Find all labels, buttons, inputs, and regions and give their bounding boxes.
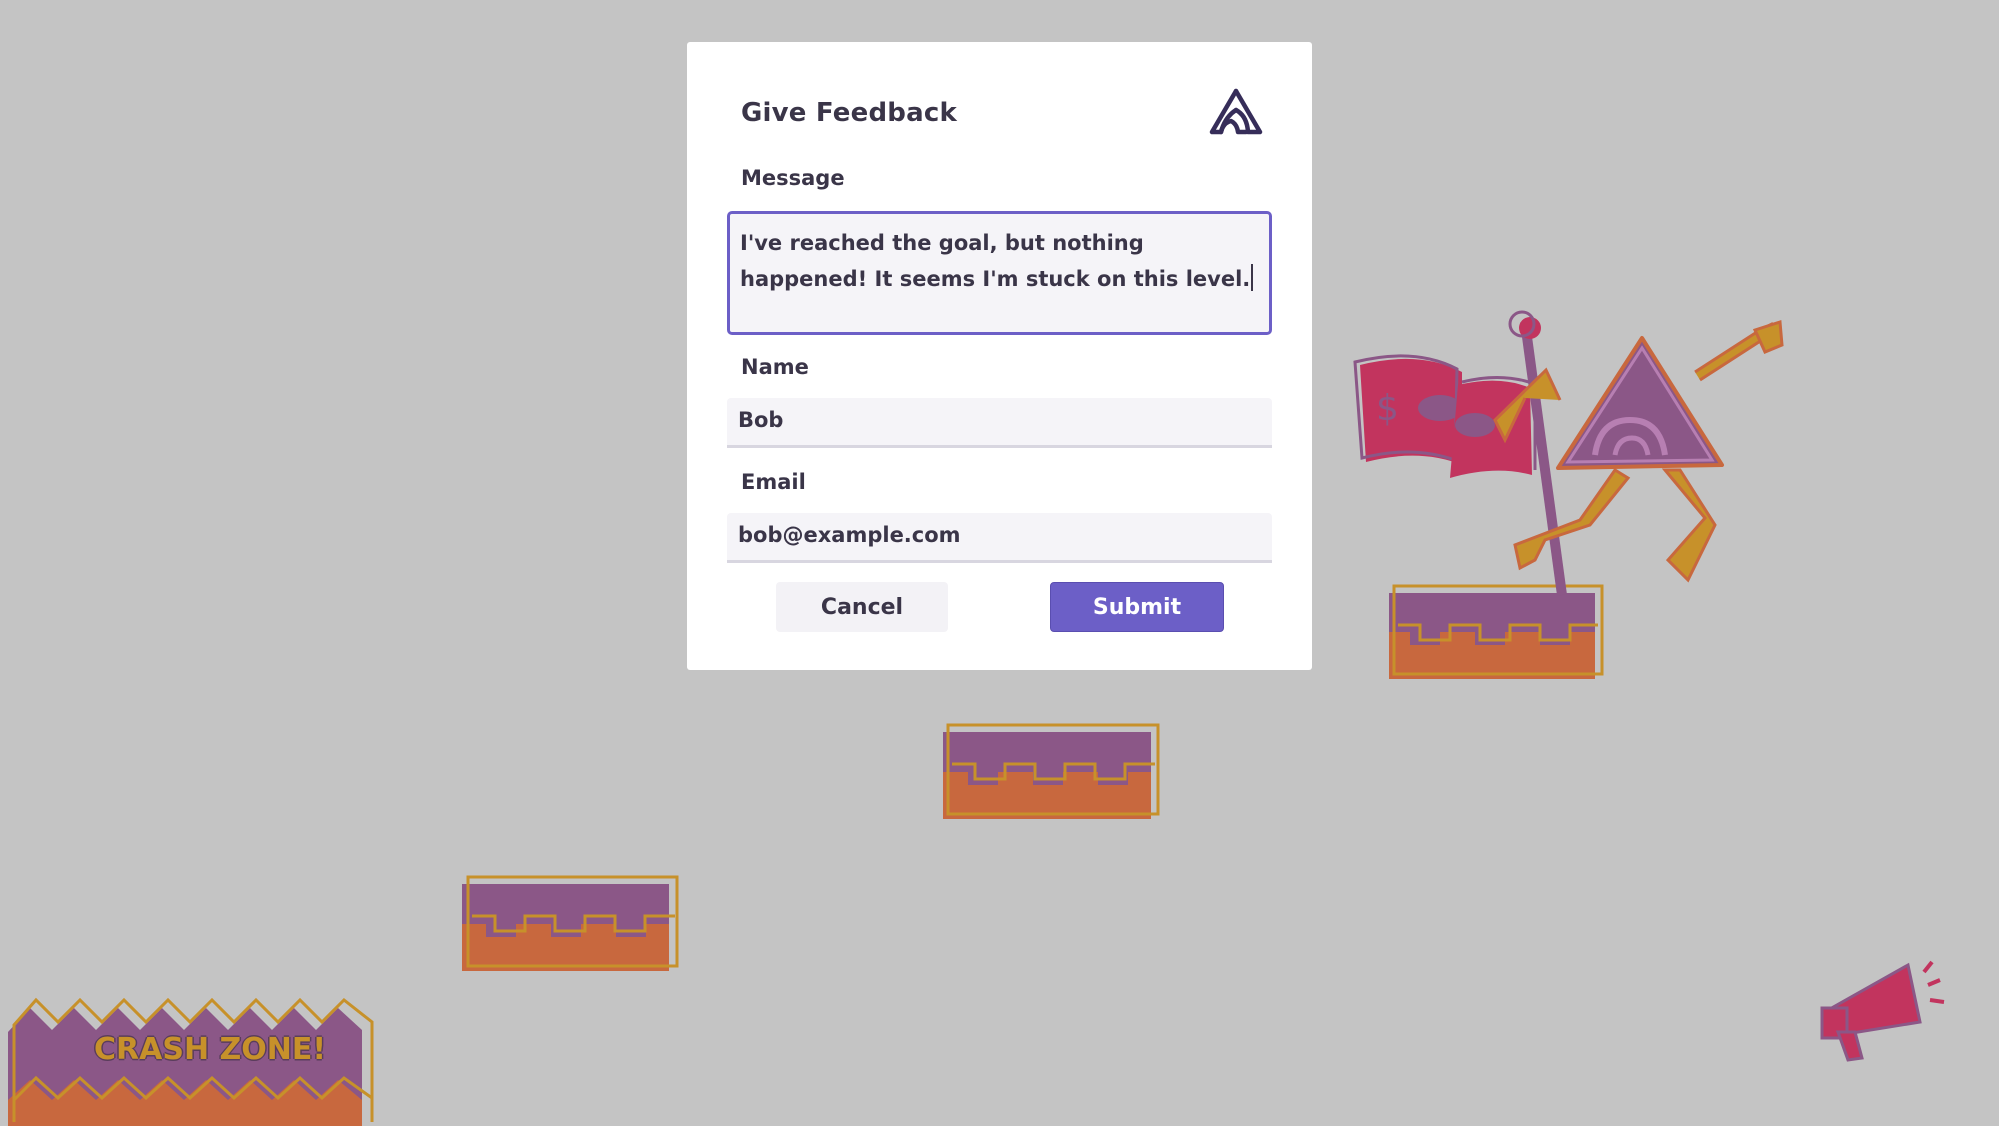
cancel-button[interactable]: Cancel bbox=[776, 582, 948, 632]
email-field[interactable]: bob@example.com bbox=[727, 513, 1272, 563]
email-label: Email bbox=[741, 470, 806, 494]
feedback-dialog: Give Feedback Message I've reached the g… bbox=[687, 42, 1312, 670]
name-label: Name bbox=[741, 355, 809, 379]
crash-zone-label: CRASH ZONE! bbox=[94, 1032, 327, 1067]
submit-button[interactable]: Submit bbox=[1050, 582, 1224, 632]
platform-middle bbox=[943, 723, 1160, 819]
message-text: I've reached the goal, but nothing happe… bbox=[740, 231, 1251, 291]
name-value: Bob bbox=[738, 408, 784, 432]
platform-left bbox=[462, 875, 679, 971]
sentry-logo-icon bbox=[1209, 88, 1263, 135]
svg-text:$: $ bbox=[1376, 388, 1399, 429]
message-label: Message bbox=[741, 166, 845, 190]
message-textarea[interactable]: I've reached the goal, but nothing happe… bbox=[727, 211, 1272, 335]
megaphone-icon bbox=[1820, 960, 1945, 1062]
platform-right bbox=[1389, 584, 1604, 679]
dialog-title: Give Feedback bbox=[741, 98, 957, 128]
text-caret bbox=[1251, 264, 1254, 291]
email-value: bob@example.com bbox=[738, 523, 961, 547]
name-field[interactable]: Bob bbox=[727, 398, 1272, 448]
character-mascot: $ bbox=[1353, 310, 1784, 596]
